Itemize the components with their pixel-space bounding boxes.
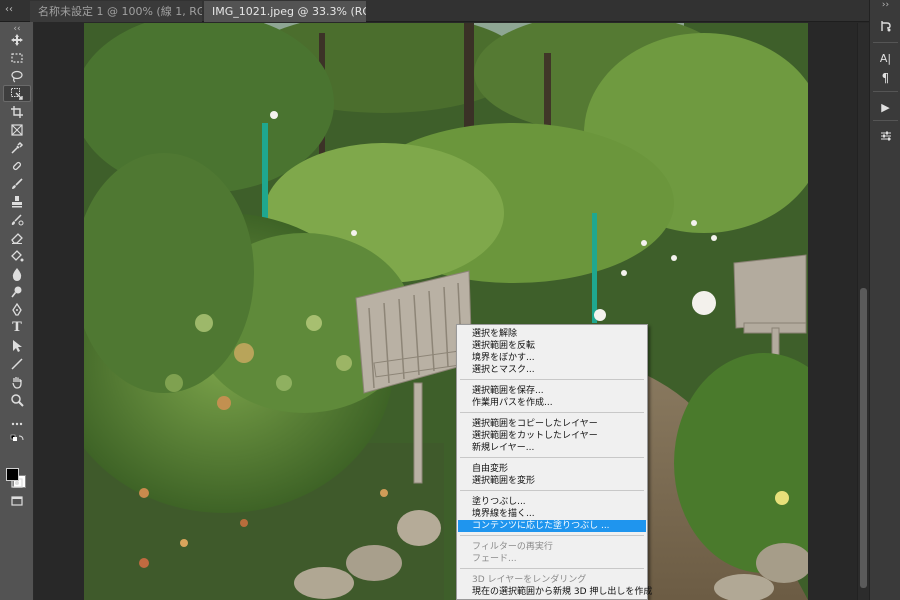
- frame-icon[interactable]: [3, 121, 31, 138]
- menu-separator: [460, 412, 644, 413]
- menu-separator: [460, 379, 644, 380]
- dock-separator: [873, 120, 898, 121]
- tab-label: 名称未設定 1 @ 100% (線 1, RGB/8#) *: [38, 5, 202, 18]
- menu-item-deselect[interactable]: 選択を解除: [458, 328, 646, 340]
- menu-item-fill[interactable]: 塗りつぶし...: [458, 496, 646, 508]
- menu-item-make-work-path[interactable]: 作業用パスを作成...: [458, 397, 646, 409]
- paragraph-panel-icon[interactable]: ¶: [873, 66, 898, 90]
- actions-panel-icon[interactable]: ▶: [873, 95, 898, 119]
- garden-photo-content: [84, 23, 808, 600]
- lasso-icon[interactable]: [3, 67, 31, 84]
- menu-item-render-3d-layer: 3D レイヤーをレンダリング: [472, 575, 587, 585]
- history-brush-icon[interactable]: [3, 211, 31, 228]
- more-tools-icon[interactable]: [3, 415, 31, 432]
- panel-dock: ›› A| ¶ ▶: [869, 0, 900, 600]
- rectangular-marquee-icon[interactable]: [3, 49, 31, 66]
- crop-icon[interactable]: [3, 103, 31, 120]
- menu-item-layer-via-copy[interactable]: 選択範囲をコピーしたレイヤー: [458, 418, 646, 430]
- type-icon[interactable]: T: [3, 319, 31, 336]
- menu-item-transform-selection[interactable]: 選択範囲を変形: [458, 475, 646, 487]
- menu-item-select-and-mask[interactable]: 選択とマスク...: [458, 364, 646, 376]
- spot-healing-brush-icon[interactable]: [3, 157, 31, 174]
- menu-item-content-aware-fill[interactable]: コンテンツに応じた塗りつぶし ...: [458, 520, 646, 532]
- collapse-dock-icon[interactable]: ››: [870, 0, 900, 10]
- tab-label: IMG_1021.jpeg @ 33.3% (RGB/8*) *: [212, 5, 366, 18]
- menu-item-feather[interactable]: 境界をぼかす...: [458, 352, 646, 364]
- document-tab-bar: ‹‹ 名称未設定 1 @ 100% (線 1, RGB/8#) *× IMG_1…: [0, 0, 900, 22]
- menu-item-save-selection[interactable]: 選択範囲を保存...: [458, 385, 646, 397]
- tab-untitled-document[interactable]: 名称未設定 1 @ 100% (線 1, RGB/8#) *×: [30, 1, 202, 22]
- dock-separator: [873, 91, 898, 92]
- dock-separator: [873, 42, 898, 43]
- clone-stamp-icon[interactable]: [3, 193, 31, 210]
- document-image[interactable]: [84, 23, 808, 600]
- move-icon[interactable]: [3, 31, 31, 48]
- zoom-icon[interactable]: [3, 391, 31, 408]
- menu-item-fade: フェード...: [472, 554, 517, 564]
- menu-separator: [460, 490, 644, 491]
- tab-img-1021[interactable]: IMG_1021.jpeg @ 33.3% (RGB/8*) *×: [204, 1, 366, 22]
- foreground-color-swatch[interactable]: [6, 468, 19, 481]
- menu-item-select-inverse[interactable]: 選択範囲を反転: [458, 340, 646, 352]
- line-icon[interactable]: [3, 355, 31, 372]
- menu-item-layer-via-cut[interactable]: 選択範囲をカットしたレイヤー: [458, 430, 646, 442]
- tools-panel: ‹‹ T: [0, 22, 34, 600]
- adjustments-panel-icon[interactable]: [873, 124, 898, 148]
- hand-icon[interactable]: [3, 373, 31, 390]
- object-selection-icon[interactable]: [3, 85, 31, 102]
- scrollbar-thumb[interactable]: [860, 288, 867, 588]
- menu-item-new-layer[interactable]: 新規レイヤー...: [458, 442, 646, 454]
- eraser-icon[interactable]: [3, 229, 31, 246]
- menu-item-free-transform[interactable]: 自由変形: [458, 463, 646, 475]
- menu-item-reapply-filter: フィルターの再実行: [472, 542, 553, 552]
- brush-icon[interactable]: [3, 175, 31, 192]
- history-panel-icon[interactable]: [873, 14, 898, 38]
- vertical-scrollbar[interactable]: [857, 23, 869, 600]
- menu-separator: [460, 535, 644, 536]
- blur-icon[interactable]: [3, 265, 31, 282]
- menu-item-new-3d-extrusion[interactable]: 現在の選択範囲から新規 3D 押し出しを作成: [458, 586, 652, 598]
- menu-separator: [460, 457, 644, 458]
- dodge-icon[interactable]: [3, 283, 31, 300]
- paint-bucket-icon[interactable]: [3, 247, 31, 264]
- collapse-panels-left-icon[interactable]: ‹‹: [2, 3, 16, 17]
- screen-mode-icon[interactable]: [3, 492, 31, 509]
- path-selection-icon[interactable]: [3, 337, 31, 354]
- eyedropper-icon[interactable]: [3, 139, 31, 156]
- menu-separator: [460, 568, 644, 569]
- pen-icon[interactable]: [3, 301, 31, 318]
- selection-context-menu: 選択を解除 選択範囲を反転 境界をぼかす... 選択とマスク... 選択範囲を保…: [456, 324, 652, 600]
- menu-item-stroke[interactable]: 境界線を描く...: [458, 508, 646, 520]
- default-colors-icon[interactable]: [3, 434, 31, 444]
